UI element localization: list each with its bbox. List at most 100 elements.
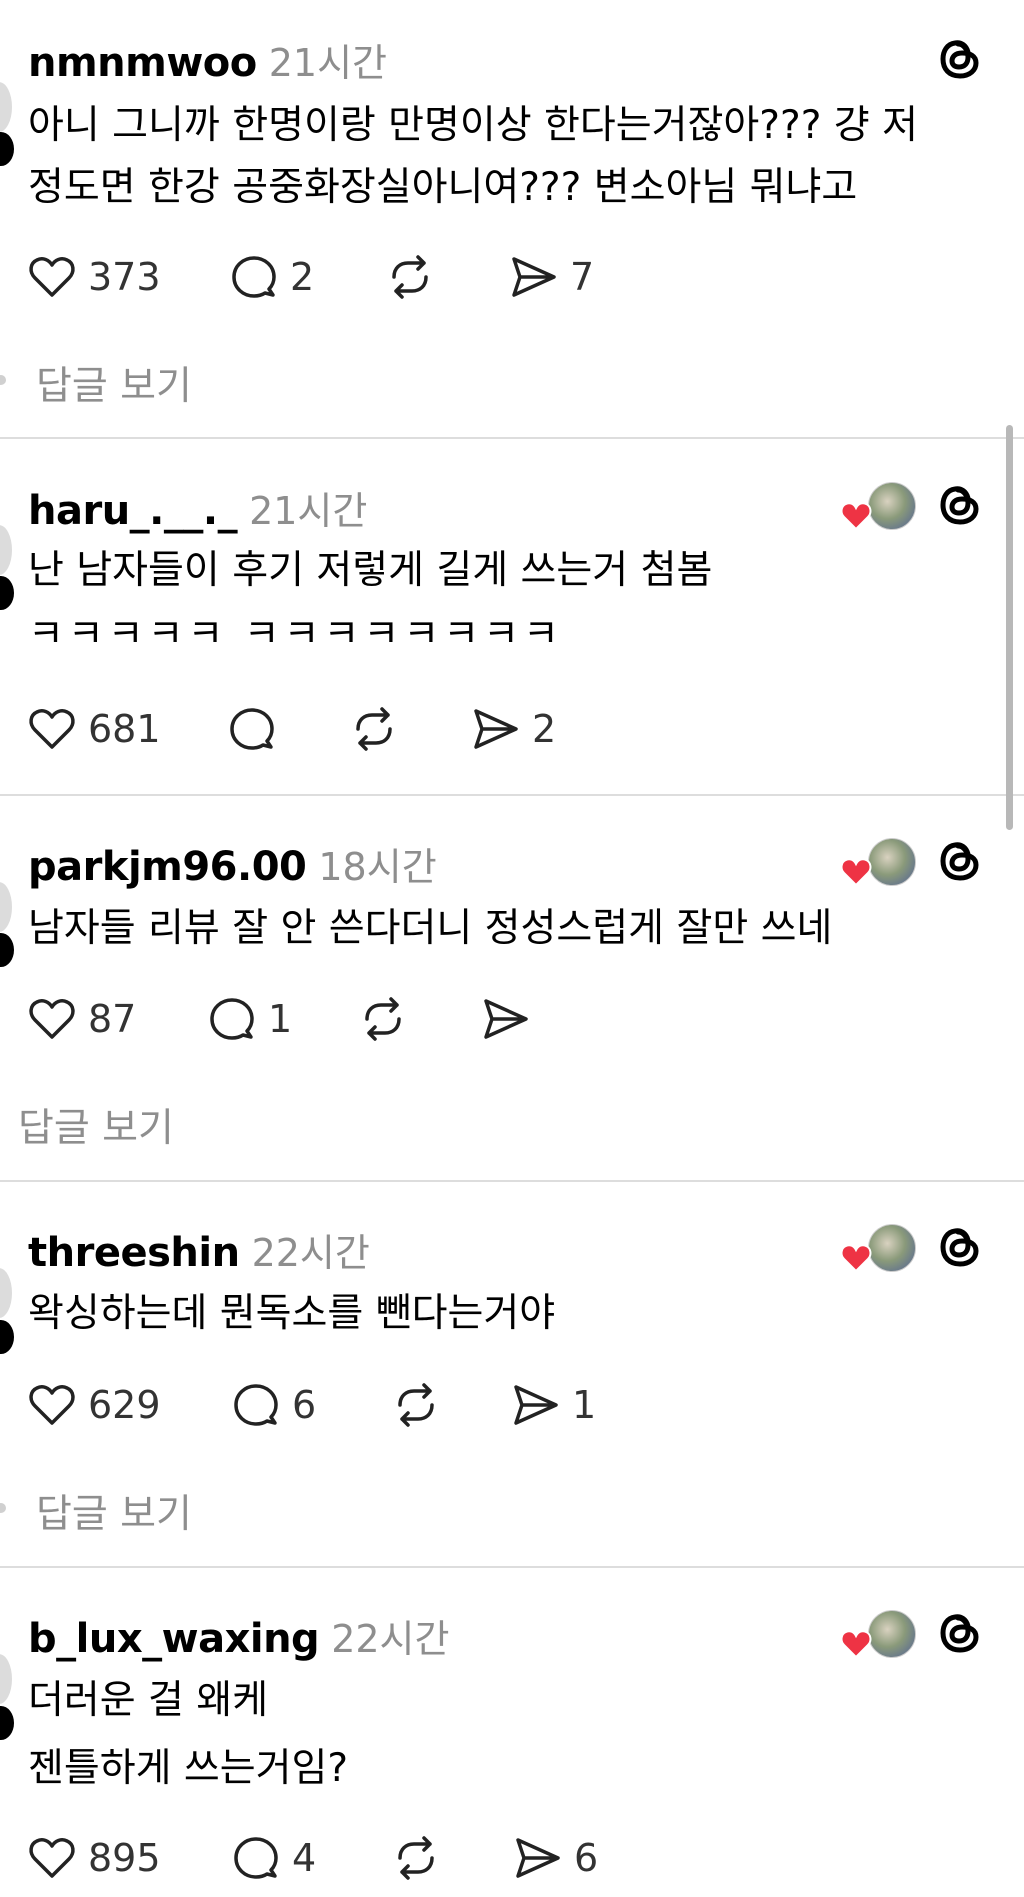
timestamp: 21시간 (249, 489, 368, 533)
avatar[interactable] (0, 1654, 12, 1704)
liked-by-author-badge (840, 478, 916, 534)
username[interactable]: haru_.__._ (28, 488, 238, 534)
timestamp: 18시간 (318, 845, 437, 889)
post-divider (0, 1566, 1024, 1568)
speech-bubble-icon (230, 708, 274, 750)
post-text-line: 더러운 걸 왜케 (28, 1678, 269, 1723)
thread-line-dot (0, 375, 6, 385)
post-header: nmnmwoo 21시간 (28, 32, 387, 86)
post-divider (0, 1180, 1024, 1182)
speech-bubble-icon (232, 256, 276, 298)
share-button[interactable]: 6 (512, 1830, 598, 1886)
avatar-badge (0, 1320, 14, 1354)
repost-arrows-icon (365, 997, 401, 1041)
share-count: 6 (574, 1836, 599, 1880)
comment-button[interactable]: 4 (230, 1830, 316, 1886)
comment-count: 2 (290, 255, 315, 299)
username[interactable]: b_lux_waxing (28, 1616, 320, 1662)
heart-filled-icon (840, 1244, 872, 1273)
share-button[interactable] (480, 991, 542, 1047)
heart-outline-icon (29, 1838, 75, 1878)
share-count: 2 (532, 707, 557, 751)
paper-plane-icon (484, 999, 528, 1039)
post-header: b_lux_waxing 22시간 (28, 1608, 449, 1662)
avatar[interactable] (0, 1268, 12, 1318)
like-count: 373 (88, 255, 161, 299)
avatar[interactable] (0, 525, 12, 575)
threads-logo-icon[interactable] (934, 1606, 986, 1658)
threads-reply-feed: nmnmwoo 21시간 아니 그니까 한명이랑 만명이상 한다는거잖아??? … (0, 0, 1024, 1897)
share-count: 7 (570, 255, 595, 299)
repost-button[interactable] (357, 991, 409, 1047)
author-avatar (868, 1610, 916, 1658)
author-avatar (868, 1224, 916, 1272)
heart-outline-icon (29, 257, 75, 297)
comment-count: 1 (268, 997, 293, 1041)
share-button[interactable]: 1 (510, 1377, 596, 1433)
share-button[interactable]: 7 (508, 249, 594, 305)
comment-button[interactable]: 6 (230, 1377, 316, 1433)
threads-logo-icon[interactable] (934, 834, 986, 886)
post-divider (0, 437, 1024, 439)
like-button[interactable]: 681 (26, 701, 161, 757)
heart-outline-icon (29, 1385, 75, 1425)
repost-arrows-icon (392, 255, 428, 299)
repost-arrows-icon (398, 1836, 434, 1880)
repost-button[interactable] (390, 1377, 442, 1433)
repost-button[interactable] (348, 701, 400, 757)
repost-button[interactable] (384, 249, 436, 305)
post-header: threeshin 22시간 (28, 1222, 370, 1276)
paper-plane-icon (474, 709, 518, 749)
like-button[interactable]: 87 (26, 991, 136, 1047)
view-replies-link[interactable]: 답글 보기 (18, 1097, 174, 1153)
post-text-line: 남자들 리뷰 잘 안 쓴다더니 정성스럽게 잘만 쓰네 (28, 906, 833, 951)
avatar[interactable] (0, 82, 12, 132)
comment-button[interactable]: 1 (206, 991, 292, 1047)
like-count: 87 (88, 997, 137, 1041)
comment-button[interactable]: 2 (228, 249, 314, 305)
post-text-line: 아니 그니까 한명이랑 만명이상 한다는거잖아??? 걍 저 (28, 103, 918, 148)
post-header: haru_.__._ 21시간 (28, 480, 367, 534)
repost-button[interactable] (390, 1830, 442, 1886)
post-text-line: 정도면 한강 공중화장실아니여??? 변소아님 뭐냐고 (28, 165, 858, 210)
avatar-badge (0, 132, 14, 166)
speech-bubble-icon (210, 998, 254, 1040)
author-avatar (868, 838, 916, 886)
like-count: 895 (88, 1836, 161, 1880)
username[interactable]: threeshin (28, 1230, 240, 1276)
scrollbar[interactable] (1006, 425, 1013, 830)
heart-filled-icon (840, 502, 872, 531)
avatar-badge (0, 1706, 14, 1740)
share-button[interactable]: 2 (470, 701, 556, 757)
comment-button[interactable] (226, 701, 288, 757)
thread-line-dot (0, 1503, 6, 1513)
threads-logo-icon[interactable] (934, 478, 986, 530)
post-text-line: 왁싱하는데 뭔독소를 뺀다는거야 (28, 1291, 556, 1336)
like-button[interactable]: 373 (26, 249, 161, 305)
speech-bubble-icon (234, 1837, 278, 1879)
timestamp: 22시간 (331, 1617, 450, 1661)
heart-filled-icon (840, 1630, 872, 1659)
heart-outline-icon (29, 999, 75, 1039)
share-count: 1 (572, 1383, 597, 1427)
like-button[interactable]: 895 (26, 1830, 161, 1886)
view-replies-link[interactable]: 답글 보기 (36, 1483, 192, 1539)
post-text-line: 젠틀하게 쓰는거임? (28, 1746, 349, 1791)
post-header: parkjm96.00 18시간 (28, 836, 437, 890)
like-count: 629 (88, 1383, 161, 1427)
paper-plane-icon (516, 1838, 560, 1878)
view-replies-link[interactable]: 답글 보기 (36, 355, 192, 411)
avatar-badge (0, 576, 14, 610)
liked-by-author-badge (840, 834, 916, 890)
avatar[interactable] (0, 882, 12, 932)
author-avatar (868, 482, 916, 530)
heart-filled-icon (840, 858, 872, 887)
username[interactable]: nmnmwoo (28, 40, 257, 86)
repost-arrows-icon (398, 1383, 434, 1427)
username[interactable]: parkjm96.00 (28, 844, 307, 890)
heart-outline-icon (29, 709, 75, 749)
like-button[interactable]: 629 (26, 1377, 161, 1433)
threads-logo-icon[interactable] (934, 1220, 986, 1272)
threads-logo-icon[interactable] (934, 32, 986, 84)
comment-count: 6 (292, 1383, 317, 1427)
